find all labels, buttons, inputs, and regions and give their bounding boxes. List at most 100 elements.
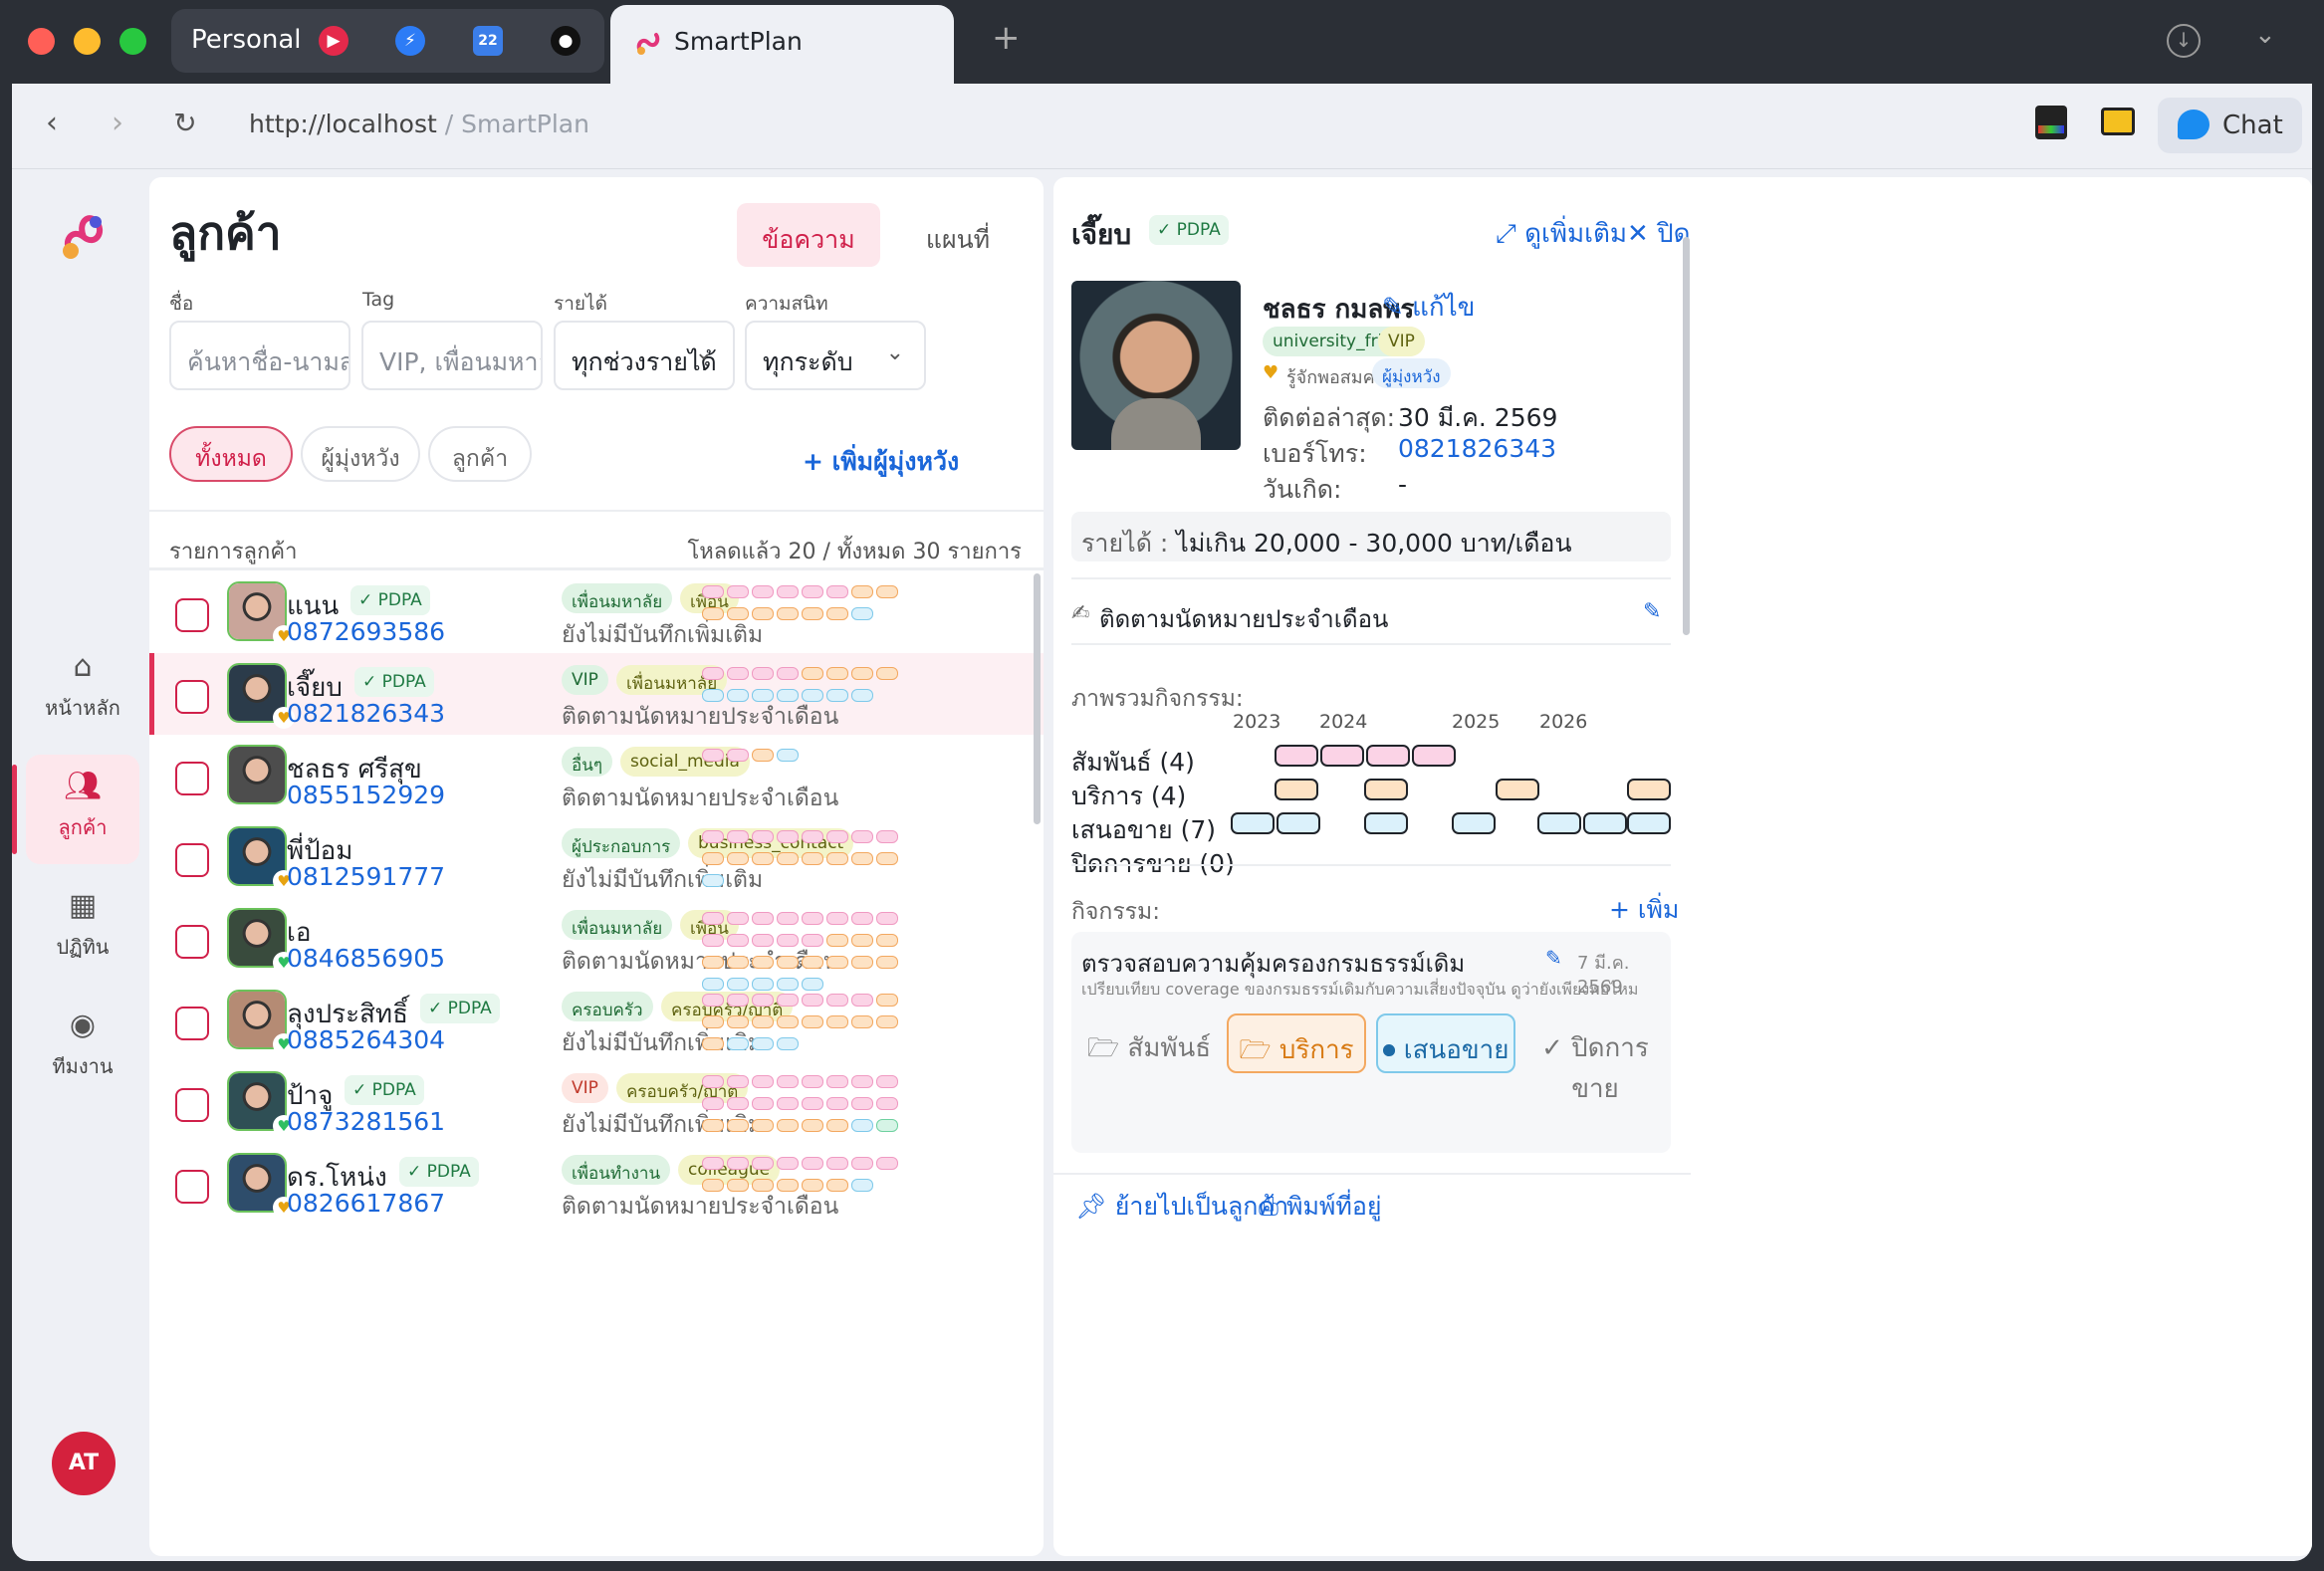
customer-phone[interactable]: 0872693586 bbox=[287, 617, 445, 646]
tab-smartplan[interactable]: SmartPlan bbox=[610, 5, 954, 85]
move-to-customer-button[interactable]: 📌︎ ย้ายไปเป็นลูกค้า bbox=[1075, 1187, 1288, 1227]
tab-list-chevron-icon[interactable]: ⌄ bbox=[2254, 20, 2276, 50]
activity-chip bbox=[826, 1179, 848, 1192]
timeline-block[interactable] bbox=[1537, 812, 1581, 834]
timeline-block[interactable] bbox=[1627, 779, 1671, 800]
customer-phone[interactable]: 0826617867 bbox=[287, 1189, 445, 1218]
customer-phone[interactable]: 0812591777 bbox=[287, 862, 445, 891]
table-row[interactable]: ♥ พี่ป้อม 0812591777 ผู้ประกอบการ business_c… bbox=[149, 816, 1044, 898]
folder-icon: 🗁︎ bbox=[1086, 1033, 1120, 1063]
segment-customers[interactable]: ลูกค้า bbox=[428, 426, 532, 482]
youtube-music-icon[interactable]: ▶ bbox=[319, 26, 349, 56]
activity-type-service[interactable]: 🗁︎ บริการ bbox=[1227, 1013, 1366, 1073]
customer-phone[interactable]: 0873281561 bbox=[287, 1107, 445, 1136]
timeline-block[interactable] bbox=[1452, 812, 1496, 834]
timeline-year: 2025 bbox=[1452, 711, 1501, 733]
sidebar-item-home[interactable]: ⌂ หน้าหลัก bbox=[26, 635, 139, 745]
tab-map-view[interactable]: แผนที่ bbox=[886, 203, 1030, 267]
timeline-block[interactable] bbox=[1364, 779, 1408, 800]
row-checkbox[interactable] bbox=[175, 680, 209, 714]
activity-type-relation[interactable]: 🗁︎ สัมพันธ์ bbox=[1081, 1013, 1217, 1073]
close-window-button[interactable] bbox=[28, 28, 55, 55]
activity-type-offer[interactable]: ⏺ เสนอขาย bbox=[1376, 1013, 1515, 1073]
timeline-block[interactable] bbox=[1275, 745, 1318, 767]
row-checkbox[interactable] bbox=[175, 925, 209, 959]
edit-note-icon[interactable]: ✎ bbox=[1643, 599, 1661, 624]
calendar-app-icon[interactable]: 22 bbox=[473, 26, 503, 56]
segment-prospects[interactable]: ผู้มุ่งหวัง bbox=[301, 426, 420, 482]
chat-button[interactable]: Chat bbox=[2158, 98, 2302, 153]
customer-phone[interactable]: 0885264304 bbox=[287, 1025, 445, 1054]
timeline-block[interactable] bbox=[1231, 812, 1275, 834]
table-row[interactable]: ชลธร ศรีสุข 0855152929 อื่นๆ social_media ติ… bbox=[149, 735, 1044, 816]
table-row[interactable]: ♥ ป้าจู ✓ PDPA 0873281561 VIP ครอบครัว/ญาติ ยั… bbox=[149, 1061, 1044, 1143]
user-avatar[interactable]: AT bbox=[52, 1432, 116, 1495]
smartplan-logo-icon bbox=[63, 215, 104, 259]
activity-chip bbox=[851, 1179, 873, 1192]
add-prospect-button[interactable]: + เพิ่มผู้มุ่งหวัง bbox=[803, 442, 959, 482]
minimize-window-button[interactable] bbox=[74, 28, 101, 55]
customer-phone[interactable]: 0846856905 bbox=[287, 944, 445, 973]
row-checkbox[interactable] bbox=[175, 598, 209, 632]
list-scrollbar[interactable] bbox=[1034, 573, 1041, 824]
sidebar-item-customers[interactable]: 👥︎ ลูกค้า bbox=[12, 755, 139, 864]
timeline-block[interactable] bbox=[1583, 812, 1627, 834]
extension-icon-2[interactable] bbox=[2101, 108, 2135, 135]
customer-phone[interactable]: 0855152929 bbox=[287, 781, 445, 809]
timeline-block[interactable] bbox=[1364, 812, 1408, 834]
activity-chip bbox=[702, 852, 724, 865]
new-tab-button[interactable]: + bbox=[992, 18, 1021, 58]
row-checkbox[interactable] bbox=[175, 1007, 209, 1040]
activity-chip bbox=[777, 607, 799, 620]
timeline-block[interactable] bbox=[1366, 745, 1410, 767]
phone-link[interactable]: 0821826343 bbox=[1398, 434, 1556, 463]
activity-chip bbox=[727, 1075, 749, 1088]
row-checkbox[interactable] bbox=[175, 843, 209, 877]
income-select[interactable]: ทุกช่วงรายได้ ⌄ bbox=[554, 321, 735, 390]
timeline-block[interactable] bbox=[1412, 745, 1456, 767]
activity-chip bbox=[802, 912, 823, 925]
edit-activity-icon[interactable]: ✎ bbox=[1545, 946, 1562, 970]
interest-select[interactable]: ทุกระดับ ⌄ bbox=[745, 321, 926, 390]
segment-all[interactable]: ทั้งหมด bbox=[169, 426, 293, 482]
tag-search-input[interactable]: VIP, เพื่อนมหาลัย, ลู bbox=[361, 321, 543, 390]
timeline-block[interactable] bbox=[1627, 812, 1671, 834]
see-more-button[interactable]: ⤢ ดูเพิ่มเติม bbox=[1496, 213, 1627, 254]
add-activity-button[interactable]: + เพิ่ม bbox=[1609, 890, 1679, 930]
timeline-block[interactable] bbox=[1496, 779, 1539, 800]
activity-type-close[interactable]: ✓ ปิดการขาย bbox=[1525, 1013, 1665, 1104]
forward-button[interactable]: › bbox=[96, 102, 139, 145]
detail-scrollbar[interactable] bbox=[1683, 237, 1690, 635]
timeline-block[interactable] bbox=[1277, 812, 1320, 834]
maximize-window-button[interactable] bbox=[119, 28, 146, 55]
reload-icon[interactable]: ↻ bbox=[163, 102, 207, 145]
messenger-icon[interactable]: ⚡ bbox=[395, 26, 425, 56]
table-row[interactable]: ♥ แนน ✓ PDPA 0872693586 เพื่อนมหาลัย เพื่อน ยั… bbox=[149, 571, 1044, 653]
table-row[interactable]: ♥ เจี๊ยบ ✓ PDPA 0821826343 VIP เพื่อนมหาลัย ติ… bbox=[149, 653, 1044, 735]
tab-text-view[interactable]: ข้อความ bbox=[737, 203, 880, 267]
activity-chips bbox=[702, 667, 916, 711]
sidebar-item-team[interactable]: ◉ ทีมงาน bbox=[26, 994, 139, 1103]
back-button[interactable]: ‹ bbox=[30, 102, 74, 145]
tab-group-personal[interactable]: Personal ▶ ⚡ 22 ● bbox=[171, 9, 604, 73]
url-field[interactable]: http://localhost / SmartPlan bbox=[249, 110, 589, 138]
timeline-block[interactable] bbox=[1275, 779, 1318, 800]
table-row[interactable]: ♥ เอ 0846856905 เพื่อนมหาลัย เพื่อน ติดตามนัด… bbox=[149, 898, 1044, 991]
timeline-block[interactable] bbox=[1320, 745, 1364, 767]
see-more-label: ดูเพิ่มเติม bbox=[1524, 219, 1628, 249]
print-address-button[interactable]: ⎙ พิมพ์ที่อยู่ bbox=[1259, 1187, 1382, 1227]
customer-list: ♥ แนน ✓ PDPA 0872693586 เพื่อนมหาลัย เพื่อน ยั… bbox=[149, 571, 1044, 1556]
sidebar-item-calendar[interactable]: ▦ ปฏิทิน bbox=[26, 874, 139, 984]
github-icon[interactable]: ● bbox=[551, 26, 581, 56]
row-checkbox[interactable] bbox=[175, 1088, 209, 1122]
close-detail-button[interactable]: ✕ ปิด bbox=[1627, 213, 1690, 254]
table-row[interactable]: ♥ ดร.โหน่ง ✓ PDPA 0826617867 เพื่อนทำงาน coll… bbox=[149, 1143, 1044, 1225]
edit-button[interactable]: ✎ แก้ไข bbox=[1382, 287, 1475, 328]
extension-icon-1[interactable] bbox=[2035, 106, 2067, 139]
table-row[interactable]: ♥ ลุงประสิทธิ์ ✓ PDPA 0885264304 ครอบครัว ครอ… bbox=[149, 980, 1044, 1061]
customer-phone[interactable]: 0821826343 bbox=[287, 699, 445, 728]
row-checkbox[interactable] bbox=[175, 762, 209, 795]
download-icon[interactable]: ↓ bbox=[2167, 24, 2201, 58]
name-search-input[interactable]: ค้นหาชื่อ-นามสกุล bbox=[169, 321, 350, 390]
row-checkbox[interactable] bbox=[175, 1170, 209, 1204]
